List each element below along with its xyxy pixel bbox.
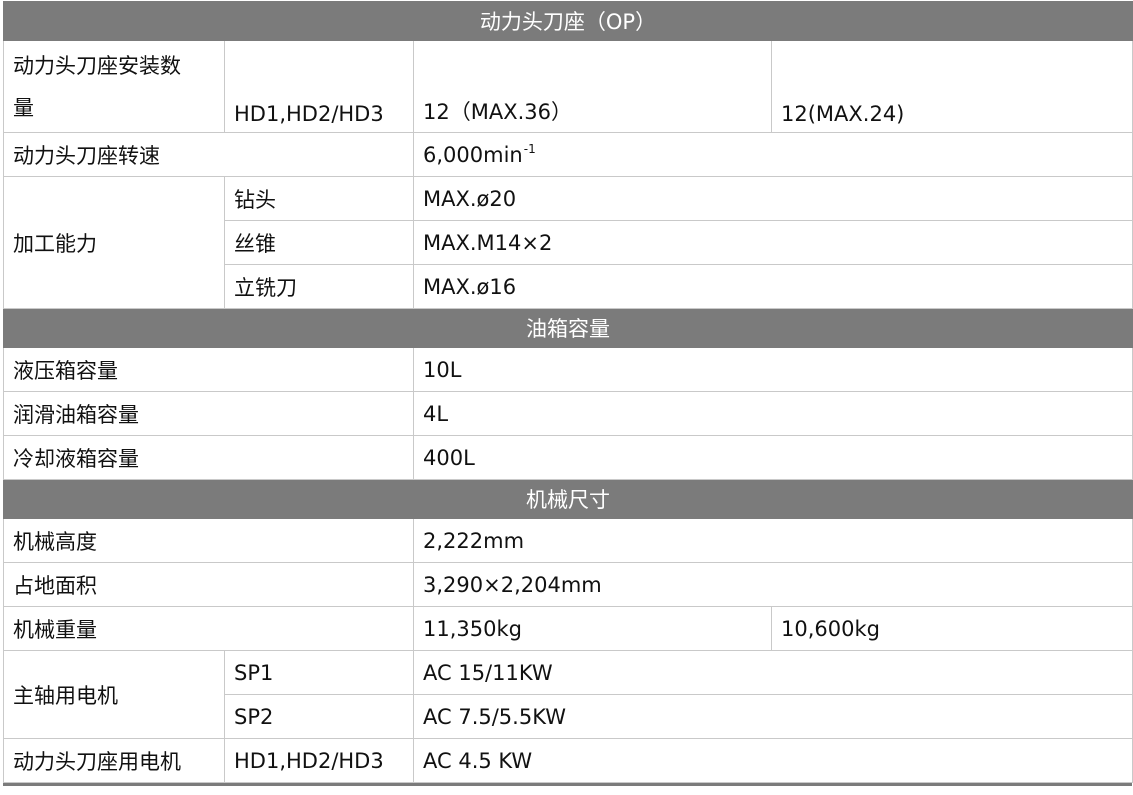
spindle-motor-value-sp2: AC 7.5/5.5KW [412,694,1133,739]
machine-weight-value-1: 11,350kg [413,606,772,651]
section-header-power-turret: 动力头刀座（OP） [2,1,1133,41]
capability-value-tap: MAX.M14×2 [412,220,1133,265]
turret-speed-label: 动力头刀座转速 [3,132,414,177]
spindle-motor-sub-sp1: SP1 [224,650,414,695]
install-count-sub: HD1,HD2/HD3 [224,40,414,133]
spindle-motor-value-sp1: AC 15/11KW [412,650,1133,695]
footprint-value: 3,290×2,204mm [412,562,1133,607]
turret-speed-unit-sup: -1 [523,142,536,156]
turret-speed-number: 6,000min [423,143,523,167]
install-count-value-1: 12（MAX.36） [413,40,772,133]
tank-hydraulic-value: 10L [412,347,1133,392]
capability-sub-tap: 丝锥 [224,220,414,265]
capability-label: 加工能力 [3,176,225,309]
install-count-label-line2: 量 [13,95,34,120]
machine-height-value: 2,222mm [412,518,1133,563]
turret-motor-sub: HD1,HD2/HD3 [224,738,414,783]
machine-weight-value-2: 10,600kg [770,606,1133,651]
turret-motor-label: 动力头刀座用电机 [3,738,225,783]
section-header-dimensions: 机械尺寸 [2,479,1133,519]
tank-lube-label: 润滑油箱容量 [3,391,414,436]
spec-table: 动力头刀座（OP） 动力头刀座安装数 量 HD1,HD2/HD3 12（MAX.… [2,1,1133,783]
install-count-label-line1: 动力头刀座安装数 [13,53,181,78]
table-bottom-rule [3,783,1132,786]
machine-height-label: 机械高度 [3,518,414,563]
footprint-label: 占地面积 [3,562,414,607]
machine-weight-label: 机械重量 [3,606,414,651]
capability-sub-endmill: 立铣刀 [224,264,414,309]
capability-value-endmill: MAX.ø16 [412,264,1133,309]
tank-hydraulic-label: 液压箱容量 [3,347,414,392]
spindle-motor-label: 主轴用电机 [3,650,225,739]
tank-coolant-value: 400L [412,435,1133,480]
tank-coolant-label: 冷却液箱容量 [3,435,414,480]
tank-lube-value: 4L [412,391,1133,436]
install-count-value-2: 12(MAX.24) [770,40,1133,133]
capability-value-drill: MAX.ø20 [412,176,1133,221]
install-count-label: 动力头刀座安装数 量 [3,40,225,133]
turret-speed-value: 6,000min-1 [412,132,1133,177]
capability-sub-drill: 钻头 [224,176,414,221]
section-header-tank: 油箱容量 [2,308,1133,348]
spindle-motor-sub-sp2: SP2 [224,694,414,739]
turret-motor-value: AC 4.5 KW [412,738,1133,783]
